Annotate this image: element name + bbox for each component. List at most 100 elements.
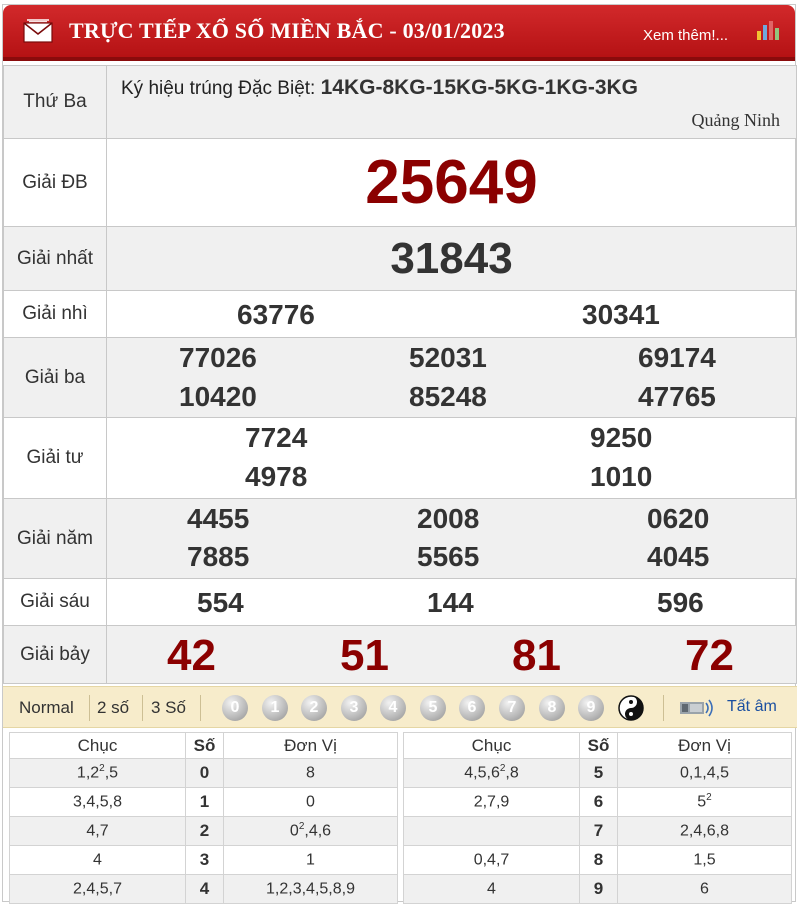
loto-donvi: 0 <box>306 793 315 811</box>
loto-donvi: 1 <box>306 851 315 869</box>
yin-yang-icon[interactable] <box>618 695 644 721</box>
filter-2-digits[interactable]: 2 số <box>97 698 129 718</box>
loto-so: 0 <box>185 758 224 788</box>
table-row: 2,7,9 6 52 <box>403 787 792 817</box>
prize-2-cell: 63776 30341 <box>106 290 797 338</box>
table-row: 4 9 6 <box>403 874 792 904</box>
prize-4-number: 9250 <box>590 421 653 453</box>
digit-ball-4[interactable]: 4 <box>380 695 406 721</box>
prize-3-number: 52031 <box>409 341 487 373</box>
prize-4-number: 7724 <box>245 421 308 453</box>
prize-3-number: 85248 <box>409 380 487 412</box>
divider <box>142 695 143 721</box>
loto-chuc: 4 <box>487 880 496 898</box>
results-table: Thứ Ba Ký hiệu trúng Đặc Biệt: 14KG-8KG-… <box>3 65 797 684</box>
loto-so: 6 <box>579 787 618 817</box>
bar-chart-icon[interactable] <box>755 19 781 41</box>
loto-so: 7 <box>579 816 618 846</box>
prize-5-number: 2008 <box>417 502 480 534</box>
loto-so: 3 <box>185 845 224 875</box>
prize-5-number: 0620 <box>647 502 710 534</box>
prize-5-number: 5565 <box>417 540 480 572</box>
prize-6-number: 596 <box>657 586 704 618</box>
loto-so: 1 <box>185 787 224 817</box>
symbol-label: Ký hiệu trúng Đặc Biệt: <box>121 78 316 99</box>
prize-5-number: 4455 <box>187 502 250 534</box>
loto-chuc: 1,2 <box>76 764 100 782</box>
digit-ball-8[interactable]: 8 <box>539 695 565 721</box>
table-row: 7 2,4,6,8 <box>403 816 792 846</box>
see-more-link[interactable]: Xem thêm!... <box>643 27 728 44</box>
prize-label-5: Giải năm <box>3 498 107 579</box>
loto-header-donvi: Đơn Vị <box>223 732 398 759</box>
loto-donvi: 1,5 <box>693 851 716 869</box>
prize-label-4: Giải tư <box>3 417 107 499</box>
filter-bar: Normal 2 số 3 Số 0 1 2 3 4 5 6 7 8 9 Tất… <box>3 686 797 728</box>
digit-ball-0[interactable]: 0 <box>222 695 248 721</box>
prize-4-cell: 7724 9250 4978 1010 <box>106 417 797 499</box>
loto-donvi: 0 <box>289 822 299 840</box>
digit-ball-5[interactable]: 5 <box>420 695 446 721</box>
loto-donvi: 8 <box>306 764 315 782</box>
loto-donvi: 1,2,3,4,5,8,9 <box>266 880 355 898</box>
province-name: Quảng Ninh <box>691 110 781 130</box>
results-widget: TRỰC TIẾP XỔ SỐ MIỀN BẮC - 03/01/2023 Xe… <box>2 4 797 904</box>
loto-chuc: 0,4,7 <box>473 851 510 869</box>
loto-table-right: Chục Số Đơn Vị 4,5,62,8 5 0,1,4,5 2,7,9 … <box>403 732 792 904</box>
loto-donvi-tail: ,4,6 <box>304 822 332 840</box>
mute-all-link[interactable]: Tất âm <box>727 698 777 716</box>
prize-5-number: 7885 <box>187 540 250 572</box>
speaker-icon[interactable] <box>679 697 717 719</box>
digit-ball-1[interactable]: 1 <box>262 695 288 721</box>
loto-chuc: 2,4,5,7 <box>73 880 122 898</box>
prize-label-7: Giải bảy <box>3 625 107 684</box>
prize-6-cell: 554 144 596 <box>106 578 797 626</box>
mail-icon <box>23 19 53 43</box>
loto-table-left: Chục Số Đơn Vị 1,22,5 0 8 3,4,5,8 1 0 4,… <box>9 732 398 904</box>
table-row: 3,4,5,8 1 0 <box>9 787 398 817</box>
digit-ball-6[interactable]: 6 <box>459 695 485 721</box>
divider <box>89 695 90 721</box>
digit-ball-3[interactable]: 3 <box>341 695 367 721</box>
divider <box>200 695 201 721</box>
filter-3-digits[interactable]: 3 Số <box>151 698 186 718</box>
loto-chuc-tail: ,8 <box>505 764 519 782</box>
digit-ball-2[interactable]: 2 <box>301 695 327 721</box>
header-bar: TRỰC TIẾP XỔ SỐ MIỀN BẮC - 03/01/2023 Xe… <box>3 5 795 61</box>
table-row: 4 3 1 <box>9 845 398 875</box>
digit-ball-7[interactable]: 7 <box>499 695 525 721</box>
prize-7-cell: 42 51 81 72 <box>106 625 797 684</box>
prize-label-2: Giải nhì <box>3 290 107 338</box>
prize-3-number: 77026 <box>179 341 257 373</box>
table-row: 4,7 2 02,4,6 <box>9 816 398 846</box>
table-row: 1,22,5 0 8 <box>9 758 398 788</box>
day-label: Thứ Ba <box>3 65 107 139</box>
prize-2-number: 30341 <box>582 298 660 330</box>
loto-header-chuc: Chục <box>403 732 580 759</box>
prize-label-db: Giải ĐB <box>3 138 107 227</box>
loto-chuc: 2,7,9 <box>473 793 510 811</box>
prize-2-number: 63776 <box>237 298 315 330</box>
prize-1-number: 31843 <box>106 226 797 291</box>
prize-4-number: 1010 <box>590 460 653 492</box>
divider <box>663 695 664 721</box>
prize-label-3: Giải ba <box>3 337 107 418</box>
filter-normal[interactable]: Normal <box>19 698 74 718</box>
loto-chuc: 4 <box>93 851 102 869</box>
prize-4-number: 4978 <box>245 460 308 492</box>
digit-ball-9[interactable]: 9 <box>578 695 604 721</box>
loto-header-so: Số <box>579 732 618 759</box>
table-row: 4,5,62,8 5 0,1,4,5 <box>403 758 792 788</box>
prize-3-cell: 77026 52031 69174 10420 85248 47765 <box>106 337 797 418</box>
prize-6-number: 144 <box>427 586 474 618</box>
prize-db-number: 25649 <box>106 138 797 227</box>
table-row: 2,4,5,7 4 1,2,3,4,5,8,9 <box>9 874 398 904</box>
loto-header-so: Số <box>185 732 224 759</box>
loto-so: 9 <box>579 874 618 904</box>
loto-donvi: 2,4,6,8 <box>680 822 729 840</box>
loto-so: 8 <box>579 845 618 875</box>
symbol-value: 14KG-8KG-15KG-5KG-1KG-3KG <box>320 76 639 99</box>
loto-donvi: 0,1,4,5 <box>680 764 729 782</box>
loto-so: 5 <box>579 758 618 788</box>
loto-donvi: 5 <box>697 793 707 811</box>
